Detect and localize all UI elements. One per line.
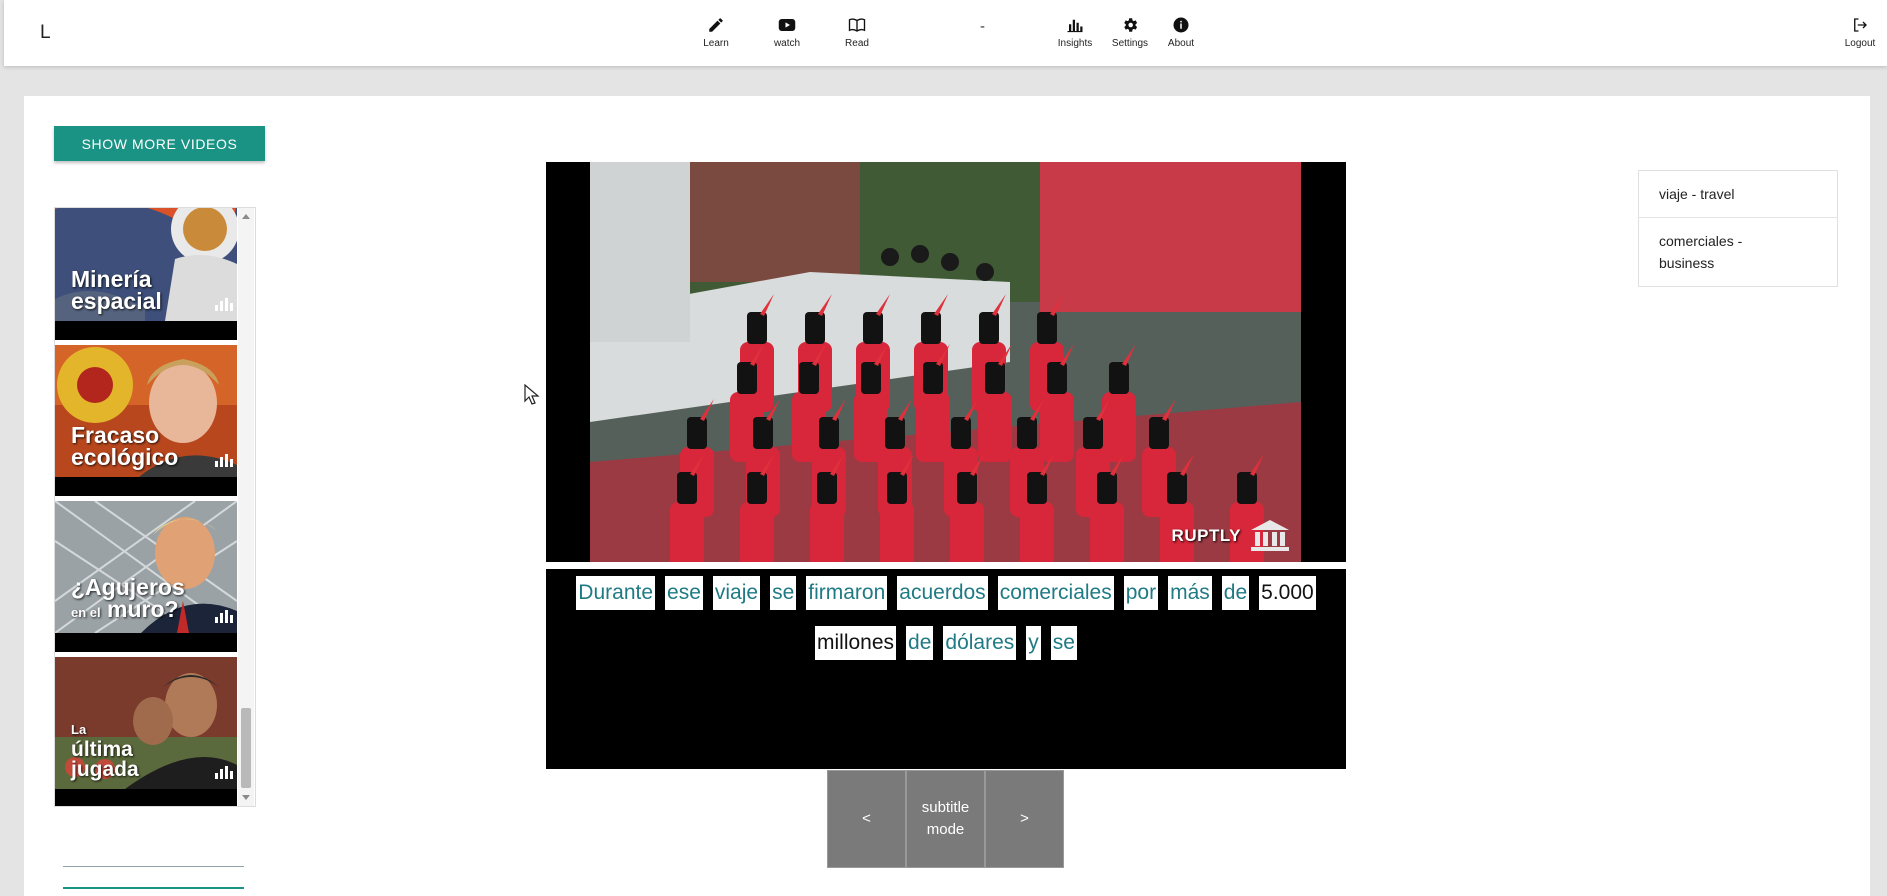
subtitle-word[interactable]: dólares: [943, 626, 1017, 660]
top-navbar: L Learn watch Read - Insights Settings A…: [4, 0, 1887, 66]
previous-subtitle-button[interactable]: <: [827, 770, 906, 868]
subtitle-word[interactable]: de: [906, 626, 934, 660]
nav-about-label: About: [1167, 38, 1195, 49]
video-player[interactable]: RUPTLY: [546, 162, 1346, 562]
vocab-item[interactable]: comerciales - business: [1639, 218, 1837, 286]
subtitle-word-known[interactable]: 5.000: [1259, 576, 1316, 610]
video-scene: [590, 162, 1301, 562]
video-title: Minería espacial: [71, 266, 162, 314]
subtitle-word[interactable]: ese: [665, 576, 703, 610]
subtitle-word[interactable]: por: [1123, 576, 1159, 610]
nav-learn[interactable]: Learn: [688, 16, 744, 49]
subtitle-word[interactable]: firmaron: [806, 576, 888, 610]
scrollbar-thumb[interactable]: [241, 708, 251, 788]
subtitle-word[interactable]: se: [1050, 626, 1077, 660]
subtitle-panel: Durante ese viaje se firmaron acuerdos comerci…: [546, 569, 1346, 769]
video-thumbnail[interactable]: La última jugada: [55, 657, 237, 806]
video-thumbnail[interactable]: Fracaso ecológico: [55, 345, 237, 496]
nav-about[interactable]: About: [1153, 16, 1209, 49]
nav-watch[interactable]: watch: [759, 16, 815, 49]
nav-insights[interactable]: Insights: [1047, 16, 1103, 49]
subtitle-word[interactable]: acuerdos: [897, 576, 988, 610]
nav-logout[interactable]: Logout: [1832, 16, 1887, 49]
book-icon: [829, 16, 885, 36]
nav-separator: -: [980, 18, 985, 35]
nav-logout-label: Logout: [1844, 38, 1876, 49]
next-subtitle-button[interactable]: >: [985, 770, 1064, 868]
subtitle-word[interactable]: de: [1221, 576, 1250, 610]
logout-icon: [1832, 16, 1887, 36]
subtitle-word[interactable]: más: [1168, 576, 1212, 610]
nav-watch-label: watch: [773, 38, 801, 49]
youtube-icon: [759, 16, 815, 36]
nav-settings[interactable]: Settings: [1102, 16, 1158, 49]
subtitle-word[interactable]: se: [770, 576, 797, 610]
nav-read-label: Read: [845, 38, 869, 49]
pencil-icon: [688, 16, 744, 36]
subtitle-mode-button[interactable]: subtitle mode: [906, 770, 985, 868]
video-list[interactable]: Minería espacial Fracaso ecológico ¿Aguj…: [54, 207, 256, 807]
show-more-videos-button[interactable]: Show more videos: [54, 126, 265, 161]
video-title: ¿Agujeros en el muro?: [71, 574, 185, 622]
video-watermark: RUPTLY: [1171, 526, 1241, 545]
sidebar-divider: [63, 866, 244, 867]
video-thumbnail[interactable]: ¿Agujeros en el muro?: [55, 501, 237, 652]
subtitle-line-1: Durante ese viaje se firmaron acuerdos comerci…: [546, 576, 1346, 610]
bar-chart-icon: [215, 610, 233, 623]
nav-read[interactable]: Read: [829, 16, 885, 49]
subtitle-word[interactable]: Durante: [576, 576, 656, 610]
scroll-up-arrow-icon[interactable]: [242, 214, 250, 219]
bar-chart-icon: [215, 298, 233, 311]
bar-chart-icon: [215, 454, 233, 467]
video-title: Fracaso ecológico: [71, 422, 179, 470]
subtitle-line-2: millones de dólares y se: [546, 626, 1346, 660]
nav-settings-label: Settings: [1111, 38, 1149, 49]
video-thumbnail[interactable]: Minería espacial: [55, 208, 237, 340]
mouse-cursor-icon: [524, 384, 540, 405]
subtitle-mode-label: subtitle mode: [921, 799, 970, 838]
vocabulary-list: viaje - travel comerciales - business: [1638, 170, 1838, 287]
bar-chart-icon: [215, 766, 233, 779]
brand-logo[interactable]: L: [40, 22, 51, 44]
subtitle-word[interactable]: y: [1026, 626, 1041, 660]
subtitle-word[interactable]: comerciales: [997, 576, 1114, 610]
info-icon: [1153, 16, 1209, 36]
bank-logo-icon: [1251, 520, 1289, 551]
gear-icon: [1102, 16, 1158, 36]
video-list-scrollbar[interactable]: [238, 208, 254, 806]
vocab-item[interactable]: viaje - travel: [1639, 171, 1837, 218]
nav-insights-label: Insights: [1057, 38, 1093, 49]
scroll-down-arrow-icon[interactable]: [242, 795, 250, 800]
nav-learn-label: Learn: [703, 38, 729, 49]
subtitle-word[interactable]: viaje: [712, 576, 761, 610]
subtitle-word-known[interactable]: millones: [815, 626, 897, 660]
video-frame[interactable]: RUPTLY: [590, 162, 1301, 562]
video-title: La última jugada: [71, 722, 139, 781]
bar-chart-icon: [1047, 16, 1103, 36]
